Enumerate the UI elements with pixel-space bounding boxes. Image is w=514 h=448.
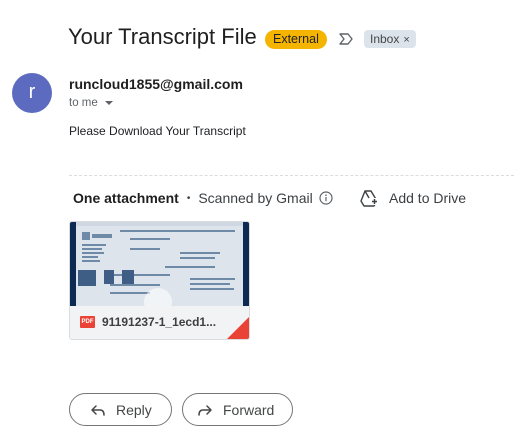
attachment-preview-thumbnail <box>70 222 249 306</box>
add-to-drive-icon[interactable] <box>359 189 379 207</box>
attachment-header: One attachment • Scanned by Gmail <box>73 190 333 206</box>
remove-label-icon[interactable]: × <box>403 34 409 46</box>
inbox-label-chip: Inbox × <box>364 30 416 48</box>
attachment-filename[interactable]: 91191237-1_1ecd1... <box>102 315 216 329</box>
forward-button[interactable]: Forward <box>182 393 293 426</box>
attachment-count: One attachment <box>73 190 179 206</box>
reply-label: Reply <box>116 401 152 418</box>
recipients-label: to me <box>69 97 98 109</box>
external-badge: External <box>265 30 327 49</box>
divider <box>69 175 514 176</box>
pdf-icon: PDF <box>80 316 95 328</box>
reply-icon <box>91 404 105 416</box>
attachment-name-bar: PDF 91191237-1_1ecd1... <box>70 306 249 339</box>
forward-label: Forward <box>223 401 275 418</box>
label-importance-icon[interactable] <box>338 31 354 47</box>
sender-email[interactable]: runcloud1855@gmail.com <box>69 76 243 92</box>
chevron-down-icon[interactable] <box>104 99 114 107</box>
forward-icon <box>198 404 212 416</box>
email-body: Please Download Your Transcript <box>69 124 246 138</box>
pdf-corner-fold-icon <box>227 317 249 339</box>
inbox-label: Inbox <box>370 32 400 46</box>
add-to-drive-button[interactable]: Add to Drive <box>389 190 466 206</box>
attachment-card[interactable]: PDF 91191237-1_1ecd1... <box>69 221 250 340</box>
email-subject: Your Transcript File <box>68 24 257 49</box>
avatar[interactable]: r <box>12 73 52 113</box>
reply-button[interactable]: Reply <box>69 393 172 426</box>
info-icon[interactable] <box>319 191 333 205</box>
scanned-label: Scanned by Gmail <box>198 190 313 206</box>
separator-dot: • <box>186 192 191 204</box>
